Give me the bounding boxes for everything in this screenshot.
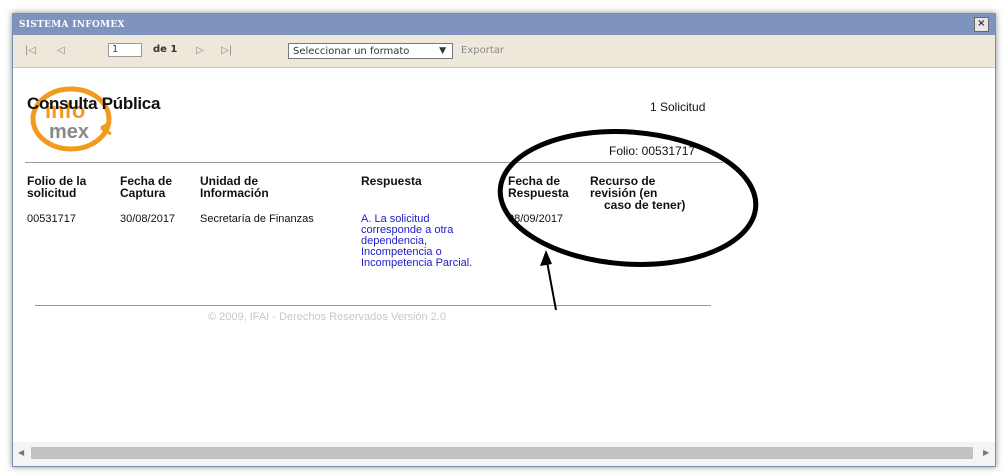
annotation-arrow-head (540, 250, 552, 266)
annotation-overlay (497, 129, 759, 311)
highlight-ellipse (497, 129, 759, 267)
